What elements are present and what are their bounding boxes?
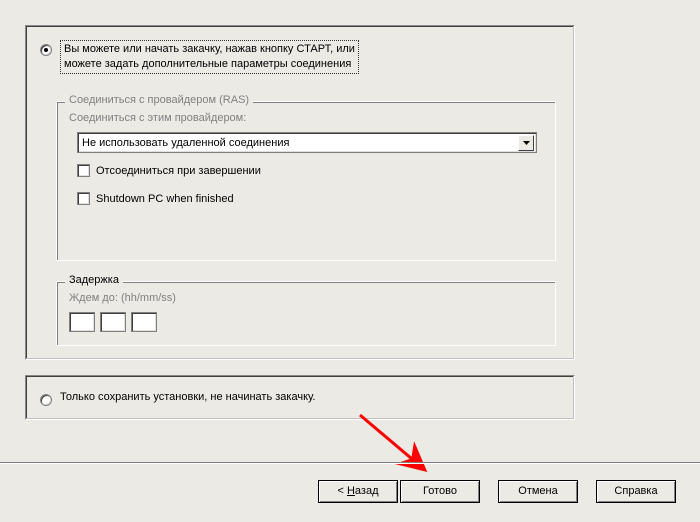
back-underline: Н [347, 485, 355, 497]
disconnect-checkbox[interactable] [77, 164, 90, 177]
ras-group: Соединиться с провайдером (RAS) Соединит… [56, 101, 556, 261]
separator [0, 462, 700, 464]
radio-save-only[interactable] [40, 394, 52, 406]
cancel-label: Отмена [518, 485, 557, 497]
main-options-panel: Вы можете или начать закачку, нажав кноп… [25, 25, 575, 360]
cancel-button[interactable]: Отмена [498, 480, 578, 503]
delay-group: Задержка Ждем до: (hh/mm/ss) [56, 281, 556, 346]
radio-save-only-row[interactable]: Только сохранить установки, не начинать … [40, 390, 315, 406]
shutdown-label: Shutdown PC when finished [96, 193, 234, 205]
radio-start-download-label: Вы можете или начать закачку, нажав кноп… [60, 40, 359, 74]
shutdown-checkbox[interactable] [77, 192, 90, 205]
back-button[interactable]: < Назад [318, 480, 398, 503]
finish-button[interactable]: Готово [400, 480, 480, 503]
delay-inputs [69, 312, 159, 335]
delay-wait-label: Ждем до: (hh/mm/ss) [69, 292, 176, 304]
finish-label: Готово [423, 485, 457, 497]
back-rest: азад [355, 485, 379, 497]
radio1-line2: можете задать дополнительные параметры с… [64, 57, 355, 72]
radio-start-download-row[interactable]: Вы можете или начать закачку, нажав кноп… [40, 40, 550, 74]
help-label: Справка [614, 485, 657, 497]
delay-ss-input[interactable] [131, 312, 157, 332]
save-only-panel: Только сохранить установки, не начинать … [25, 375, 575, 420]
back-prefix: < [337, 485, 346, 497]
dropdown-arrow-button[interactable] [518, 135, 534, 151]
radio1-line1: Вы можете или начать закачку, нажав кноп… [64, 42, 355, 57]
help-button[interactable]: Справка [596, 480, 676, 503]
disconnect-label: Отсоединиться при завершении [96, 165, 261, 177]
shutdown-checkbox-row[interactable]: Shutdown PC when finished [77, 192, 234, 205]
chevron-down-icon [523, 141, 530, 145]
annotation-arrow-icon [355, 410, 445, 485]
delay-mm-input[interactable] [100, 312, 126, 332]
delay-group-title: Задержка [65, 274, 123, 286]
disconnect-checkbox-row[interactable]: Отсоединиться при завершении [77, 164, 261, 177]
radio-save-only-label: Только сохранить установки, не начинать … [60, 390, 315, 405]
ras-group-title: Соединиться с провайдером (RAS) [65, 94, 253, 106]
ras-provider-label: Соединиться с этим провайдером: [69, 112, 246, 124]
ras-dropdown-value: Не использовать удаленной соединения [82, 137, 289, 149]
ras-provider-dropdown[interactable]: Не использовать удаленной соединения [77, 132, 537, 153]
delay-hh-input[interactable] [69, 312, 95, 332]
radio-start-download[interactable] [40, 44, 52, 56]
